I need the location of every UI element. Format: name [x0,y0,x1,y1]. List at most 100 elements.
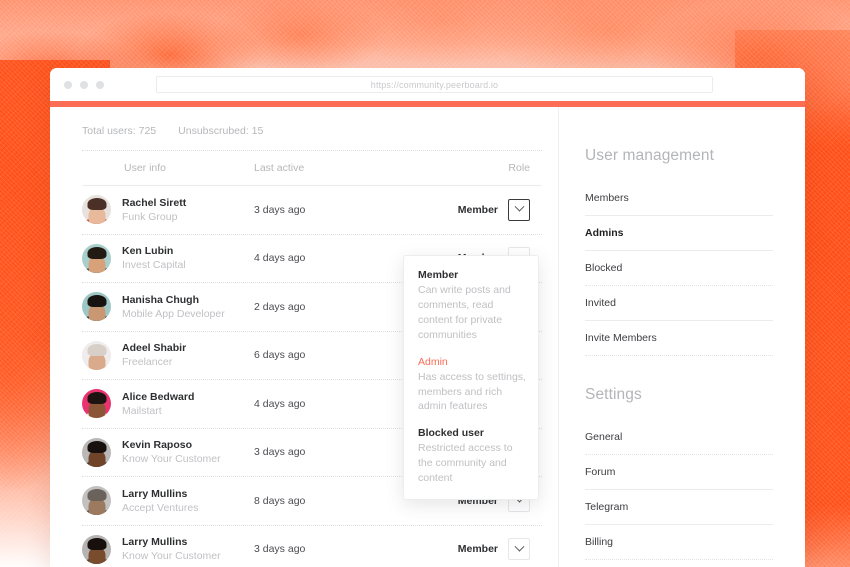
user-text: Larry MullinsAccept Ventures [122,487,198,515]
role-option-title: Blocked user [418,427,526,439]
user-info-cell: Larry MullinsKnow Your Customer [82,535,254,564]
avatar [82,389,111,418]
user-text: Hanisha ChughMobile App Developer [122,293,225,321]
role-dropdown-button[interactable] [508,199,530,221]
user-management-heading: User management [585,147,773,165]
last-active-cell: 2 days ago [254,301,414,313]
user-name: Rachel Sirett [122,196,186,210]
members-pane: Total users: 725 Unsubscrubed: 15 User i… [50,107,558,567]
role-cell: Member [414,538,532,560]
window-maximize-dot-icon[interactable] [96,81,104,89]
avatar [82,292,111,321]
role-option-description: Restricted access to the community and c… [418,441,526,486]
user-subtitle: Know Your Customer [122,452,221,466]
user-name: Alice Bedward [122,390,194,404]
sidebar-item-billing[interactable]: Billing [585,525,773,560]
unsubscribed-stat: Unsubscrubed: 15 [178,125,263,137]
user-name: Ken Lubin [122,244,186,258]
user-name: Larry Mullins [122,535,221,549]
user-subtitle: Invest Capital [122,258,186,272]
stats-row: Total users: 725 Unsubscrubed: 15 [82,125,558,150]
settings-nav: GeneralForumTelegramBillingIntegrations [585,420,773,567]
avatar [82,438,111,467]
role-value: Member [458,543,498,555]
avatar [82,244,111,273]
user-subtitle: Know Your Customer [122,549,221,563]
screenshot-root: https://community.peerboard.io Total use… [0,0,850,567]
user-text: Adeel ShabirFreelancer [122,341,186,369]
user-name: Hanisha Chugh [122,293,225,307]
user-info-cell: Ken LubinInvest Capital [82,244,254,273]
avatar [82,195,111,224]
user-subtitle: Accept Ventures [122,501,198,515]
role-dropdown-button[interactable] [508,538,530,560]
role-option-title: Member [418,269,526,281]
last-active-cell: 8 days ago [254,495,414,507]
window-close-dot-icon[interactable] [64,81,72,89]
window-minimize-dot-icon[interactable] [80,81,88,89]
user-subtitle: Funk Group [122,210,186,224]
sidebar-item-members[interactable]: Members [585,181,773,216]
settings-sidebar: User management MembersAdminsBlockedInvi… [558,107,805,567]
window-controls [64,81,104,89]
user-info-cell: Alice BedwardMailstart [82,389,254,418]
browser-window: https://community.peerboard.io Total use… [50,68,805,567]
user-name: Kevin Raposo [122,438,221,452]
page-content: Total users: 725 Unsubscrubed: 15 User i… [50,107,805,567]
sidebar-item-blocked[interactable]: Blocked [585,251,773,286]
sidebar-item-invited[interactable]: Invited [585,286,773,321]
user-text: Larry MullinsKnow Your Customer [122,535,221,563]
user-info-cell: Hanisha ChughMobile App Developer [82,292,254,321]
browser-chrome-bar: https://community.peerboard.io [50,68,805,101]
last-active-cell: 3 days ago [254,446,414,458]
role-option-description: Has access to settings, members and rich… [418,370,526,415]
table-row[interactable]: Rachel SirettFunk Group 3 days ago Member [82,186,558,234]
user-text: Alice BedwardMailstart [122,390,194,418]
user-management-nav: MembersAdminsBlockedInvitedInvite Member… [585,181,773,356]
user-info-cell: Larry MullinsAccept Ventures [82,486,254,515]
sidebar-item-forum[interactable]: Forum [585,455,773,490]
user-text: Ken LubinInvest Capital [122,244,186,272]
role-value: Member [458,204,498,216]
sidebar-item-invite-members[interactable]: Invite Members [585,321,773,356]
table-row[interactable]: Larry MullinsKnow Your Customer 3 days ag… [82,526,558,567]
address-bar[interactable]: https://community.peerboard.io [156,76,713,93]
settings-heading: Settings [585,386,773,404]
address-bar-url: https://community.peerboard.io [371,80,498,90]
sidebar-item-admins[interactable]: Admins [585,216,773,251]
last-active-cell: 4 days ago [254,398,414,410]
user-text: Rachel SirettFunk Group [122,196,186,224]
role-option[interactable]: Admin Has access to settings, members and… [418,356,526,415]
chevron-down-icon [514,541,524,551]
last-active-cell: 3 days ago [254,543,414,555]
chevron-down-icon [514,202,524,212]
role-option-description: Can write posts and comments, read conte… [418,283,526,343]
total-users-stat: Total users: 725 [82,125,156,137]
user-subtitle: Freelancer [122,355,186,369]
role-option-list: Member Can write posts and comments, read… [418,269,526,486]
role-dropdown-menu[interactable]: Member Can write posts and comments, read… [403,255,539,500]
avatar [82,341,111,370]
sidebar-item-general[interactable]: General [585,420,773,455]
user-info-cell: Adeel ShabirFreelancer [82,341,254,370]
last-active-cell: 6 days ago [254,349,414,361]
header-user-info: User info [82,162,254,174]
header-last-active: Last active [254,162,414,174]
avatar [82,535,111,564]
role-option-title: Admin [418,356,526,368]
sidebar-item-telegram[interactable]: Telegram [585,490,773,525]
table-header-row: User info Last active Role [82,151,558,185]
user-info-cell: Kevin RaposoKnow Your Customer [82,438,254,467]
last-active-cell: 3 days ago [254,204,414,216]
role-option[interactable]: Blocked user Restricted access to the com… [418,427,526,486]
user-subtitle: Mailstart [122,404,194,418]
sidebar-item-integrations[interactable]: Integrations [585,560,773,567]
header-role: Role [414,162,532,174]
user-subtitle: Mobile App Developer [122,307,225,321]
avatar [82,486,111,515]
user-text: Kevin RaposoKnow Your Customer [122,438,221,466]
last-active-cell: 4 days ago [254,252,414,264]
role-option[interactable]: Member Can write posts and comments, read… [418,269,526,343]
role-cell: Member [414,199,532,221]
user-info-cell: Rachel SirettFunk Group [82,195,254,224]
